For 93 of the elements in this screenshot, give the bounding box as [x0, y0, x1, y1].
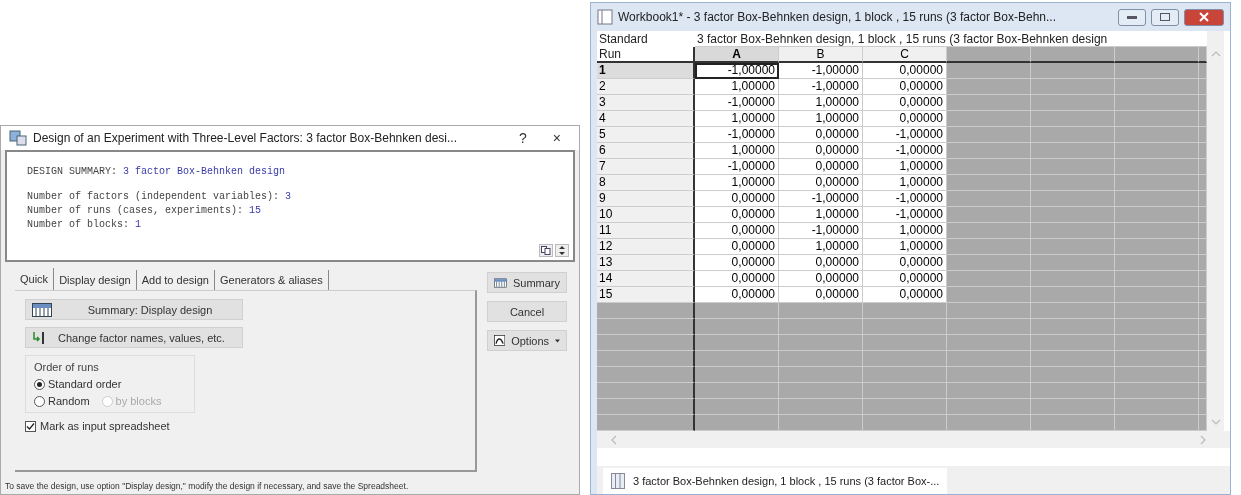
row-header[interactable]: 14 — [597, 271, 695, 287]
dialog-button[interactable]: Options — [487, 330, 567, 351]
maximize-icon — [1160, 13, 1170, 21]
minimize-icon — [1127, 15, 1137, 19]
column-header[interactable]: C — [863, 47, 947, 63]
tab[interactable]: Generators & aliases — [214, 270, 329, 290]
grid-icon — [32, 302, 52, 317]
tab[interactable]: Add to design — [136, 270, 215, 290]
table-cell: 0,00000 — [695, 271, 779, 287]
status-text: To save the design, use option "Display design," modify the design if necessary, and save the Spreadsheet. — [4, 480, 410, 493]
group-title: Order of runs — [34, 361, 100, 373]
window-title: Design of an Experiment with Three-Level Factors: 3 factor Box-Behnken desi... — [33, 131, 458, 145]
help-button[interactable]: ? — [509, 130, 537, 146]
table-cell: 0,00000 — [695, 191, 779, 207]
row-header[interactable]: 15 — [597, 287, 695, 303]
table-cell: -1,00000 — [695, 95, 779, 111]
table-cell: 1,00000 — [779, 239, 863, 255]
row-header[interactable]: 9 — [597, 191, 695, 207]
chevron-up-icon — [1210, 51, 1221, 57]
row-header-title: Run — [597, 47, 695, 63]
chevron-right-icon — [1200, 434, 1206, 445]
table-cell: 0,00000 — [779, 143, 863, 159]
row-header[interactable]: 2 — [597, 79, 695, 95]
chevron-down-icon — [1210, 419, 1221, 425]
copy-icon — [541, 246, 551, 255]
table-cell: 0,00000 — [695, 207, 779, 223]
row-header[interactable]: 12 — [597, 239, 695, 255]
grid-icon — [494, 275, 507, 290]
row-header[interactable]: 1 — [597, 63, 695, 79]
table-cell: 1,00000 — [695, 111, 779, 127]
tab[interactable]: Display design — [54, 270, 137, 290]
table-cell: 1,00000 — [779, 95, 863, 111]
maximize-button[interactable] — [1151, 8, 1179, 26]
column-header[interactable]: B — [779, 47, 863, 63]
sheet-tab[interactable]: 3 factor Box-Behnken design, 1 block , 15 runs (3 factor Box-... — [603, 468, 948, 494]
table-cell: 0,00000 — [695, 239, 779, 255]
column-header[interactable]: A — [695, 47, 779, 63]
minimize-button[interactable] — [1118, 8, 1146, 26]
row-header[interactable]: 3 — [597, 95, 695, 111]
action-button[interactable]: Summary: Display design — [25, 299, 243, 320]
row-header[interactable]: 13 — [597, 255, 695, 271]
table-cell: 1,00000 — [695, 175, 779, 191]
table-cell: 0,00000 — [695, 255, 779, 271]
table-cell: 1,00000 — [695, 79, 779, 95]
summary-line: DESIGN SUMMARY: 3 factor Box-Behnken design — [27, 166, 287, 177]
arrows-icon — [559, 246, 565, 255]
table-cell: 0,00000 — [779, 159, 863, 175]
table-cell: -1,00000 — [779, 223, 863, 239]
table-cell: 1,00000 — [695, 143, 779, 159]
resize-button[interactable] — [555, 244, 569, 257]
window-title: Workbook1* - 3 factor Box-Behnken design, 1 block , 15 runs (3 factor Box-Behn... — [618, 10, 1057, 24]
row-header[interactable]: 5 — [597, 127, 695, 143]
row-header[interactable]: 6 — [597, 143, 695, 159]
chevron-left-icon — [611, 434, 617, 445]
sheet-icon — [597, 9, 613, 25]
row-header[interactable]: 7 — [597, 159, 695, 175]
close-icon — [1199, 12, 1209, 22]
caret-icon — [555, 338, 560, 343]
row-header[interactable]: 11 — [597, 223, 695, 239]
table-cell: -1,00000 — [695, 63, 779, 79]
radio-option[interactable]: Random — [34, 395, 90, 407]
table-cell: 0,00000 — [779, 175, 863, 191]
table-cell: 0,00000 — [695, 223, 779, 239]
arrow-bar-icon — [32, 330, 46, 345]
table-cell: 1,00000 — [779, 111, 863, 127]
copy-button[interactable] — [539, 244, 553, 257]
table-cell: -1,00000 — [695, 127, 779, 143]
close-button[interactable] — [1184, 8, 1224, 26]
sheet-icon — [611, 473, 625, 489]
dialog-button[interactable]: Cancel — [487, 301, 567, 322]
row-header[interactable]: 10 — [597, 207, 695, 223]
checkbox[interactable]: Mark as input spreadsheet — [25, 420, 465, 432]
horizontal-scrollbar[interactable] — [597, 431, 1230, 448]
table-cell: -1,00000 — [695, 159, 779, 175]
radio-option[interactable]: Standard order — [34, 378, 186, 390]
row-header[interactable]: 4 — [597, 111, 695, 127]
close-button[interactable]: × — [542, 130, 571, 146]
vertical-scrollbar[interactable] — [1207, 31, 1224, 431]
chart-icon — [494, 333, 506, 348]
table-cell: 0,00000 — [779, 127, 863, 143]
table-cell: 0,00000 — [779, 255, 863, 271]
action-button[interactable]: Change factor names, values, etc. — [25, 327, 243, 348]
table-cell: 0,00000 — [779, 271, 863, 287]
dialog-button[interactable]: Summary — [487, 272, 567, 293]
summary-line: Number of factors (independent variables): 3 — [27, 191, 293, 202]
summary-line: Number of runs (cases, experiments): 15 — [27, 205, 263, 216]
summary-line: Number of blocks: 1 — [27, 219, 143, 230]
table-cell: -1,00000 — [779, 79, 863, 95]
table-cell: 1,00000 — [779, 207, 863, 223]
row-header[interactable]: 8 — [597, 175, 695, 191]
app-icon — [9, 130, 27, 146]
table-cell: -1,00000 — [779, 63, 863, 79]
table-cell: -1,00000 — [779, 191, 863, 207]
